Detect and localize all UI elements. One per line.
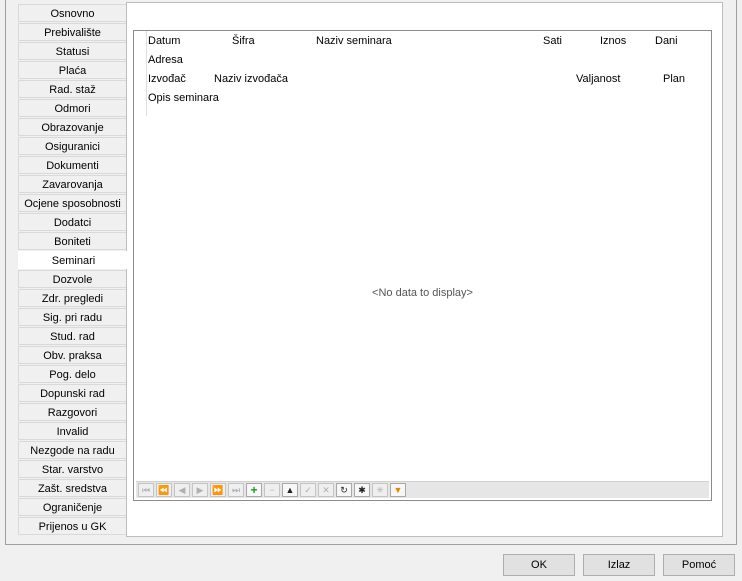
vertical-tab-strip: Osnovno Prebivalište Statusi Plaća Rad. staž… [18,4,128,536]
izlaz-button[interactable]: Izlaz [583,554,655,576]
grid-navigator: ⏮ ⏪ ◀ ▶ ⏩ ⏭ + − ▲ ✓ ✕ ↻ ✱ ✳ ▼ [136,481,709,498]
tab-sig-pri-radu[interactable]: Sig. pri radu [18,308,126,326]
last-page-icon[interactable]: ⏭ [228,483,244,497]
column-header-plan[interactable]: Plan [663,70,685,89]
delete-icon[interactable]: − [264,483,280,497]
post-icon[interactable]: ✓ [300,483,316,497]
tab-pog-delo[interactable]: Pog. delo [18,365,126,383]
tab-dokumenti[interactable]: Dokumenti [18,156,126,174]
cancel-icon[interactable]: ✕ [318,483,334,497]
first-page-icon[interactable]: ⏮ [138,483,154,497]
column-header-datum[interactable]: Datum [148,32,180,51]
tab-invalid[interactable]: Invalid [18,422,126,440]
tab-nezgode-na-radu[interactable]: Nezgode na radu [18,441,126,459]
grid-header: Datum Šifra Naziv seminara Sati Iznos Da… [134,31,711,116]
tab-prijenos-u-gk[interactable]: Prijenos u GK [18,517,126,535]
tab-dodatci[interactable]: Dodatci [18,213,126,231]
tab-stud-rad[interactable]: Stud. rad [18,327,126,345]
tab-obv-praksa[interactable]: Obv. praksa [18,346,126,364]
edit-icon[interactable]: ▲ [282,483,298,497]
tab-osnovno[interactable]: Osnovno [18,4,126,22]
tab-dopunski-rad[interactable]: Dopunski rad [18,384,126,402]
header-band-4: Opis seminara [134,89,711,108]
column-header-valjanost[interactable]: Valjanost [576,70,620,89]
column-header-sifra[interactable]: Šifra [232,32,255,51]
next-page-icon[interactable]: ⏩ [210,483,226,497]
column-header-adresa[interactable]: Adresa [148,51,183,70]
append-icon[interactable]: + [246,483,262,497]
tab-dozvole[interactable]: Dozvole [18,270,126,288]
tab-zavarovanja[interactable]: Zavarovanja [18,175,126,193]
ok-button[interactable]: OK [503,554,575,576]
next-record-icon[interactable]: ▶ [192,483,208,497]
header-band-3: Izvođač Naziv izvođača Valjanost Plan [134,70,711,89]
filter-icon[interactable]: ▼ [390,483,406,497]
tab-razgovori[interactable]: Razgovori [18,403,126,421]
tab-obrazovanje[interactable]: Obrazovanje [18,118,126,136]
tab-odmori[interactable]: Odmori [18,99,126,117]
tab-zdr-pregledi[interactable]: Zdr. pregledi [18,289,126,307]
column-header-opis-seminara[interactable]: Opis seminara [148,89,219,108]
refresh-icon[interactable]: ↻ [336,483,352,497]
tab-statusi[interactable]: Statusi [18,42,126,60]
goto-bookmark-icon[interactable]: ✳ [372,483,388,497]
no-data-message: <No data to display> [372,287,473,299]
tab-ogranicenje[interactable]: Ograničenje [18,498,126,516]
prev-record-icon[interactable]: ◀ [174,483,190,497]
pomoc-button[interactable]: Pomoć [663,554,735,576]
column-header-dani[interactable]: Dani [655,32,678,51]
tab-osiguranici[interactable]: Osiguranici [18,137,126,155]
tab-zast-sredstva[interactable]: Zašt. sredstva [18,479,126,497]
column-header-sati[interactable]: Sati [543,32,562,51]
header-band-1: Datum Šifra Naziv seminara Sati Iznos Da… [134,32,711,51]
column-header-naziv-seminara[interactable]: Naziv seminara [316,32,392,51]
prev-page-icon[interactable]: ⏪ [156,483,172,497]
seminari-grid[interactable]: Datum Šifra Naziv seminara Sati Iznos Da… [133,30,712,501]
column-header-iznos[interactable]: Iznos [600,32,626,51]
tab-prebivaliste[interactable]: Prebivalište [18,23,126,41]
column-header-izvodjac[interactable]: Izvođač [148,70,186,89]
header-band-2: Adresa [134,51,711,70]
bookmark-icon[interactable]: ✱ [354,483,370,497]
tab-placa[interactable]: Plaća [18,61,126,79]
tab-seminari[interactable]: Seminari [18,251,128,269]
column-header-naziv-izvodjaca[interactable]: Naziv izvođača [214,70,288,89]
tab-star-varstvo[interactable]: Star. varstvo [18,460,126,478]
tab-rad-staz[interactable]: Rad. staž [18,80,126,98]
tab-boniteti[interactable]: Boniteti [18,232,126,250]
tab-ocjene-sposobnosti[interactable]: Ocjene sposobnosti [18,194,126,212]
